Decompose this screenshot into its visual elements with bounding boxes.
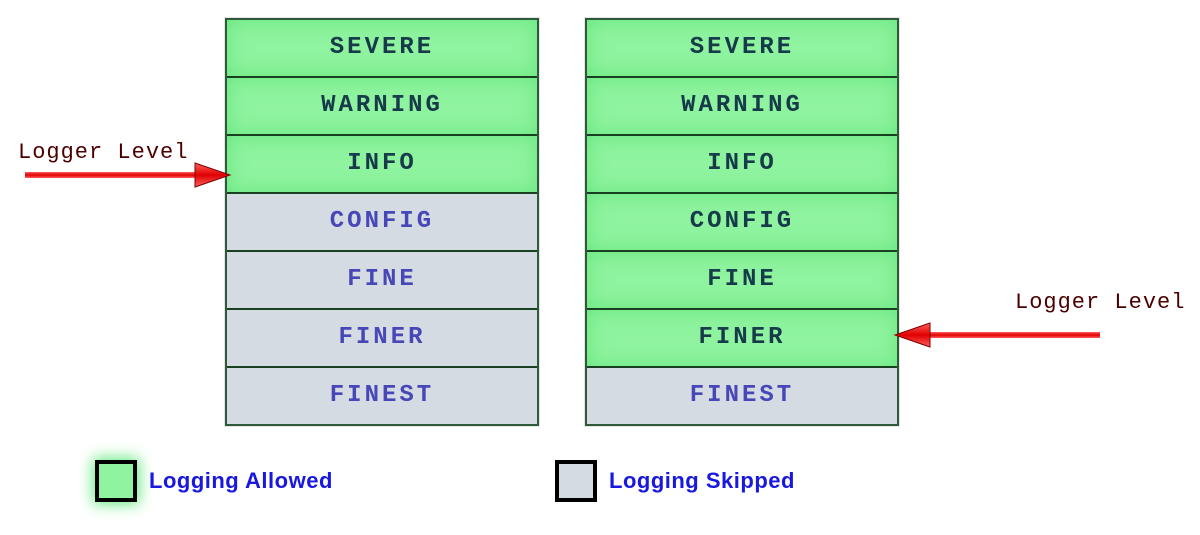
level-row-warning: WARNING [227, 78, 537, 136]
legend-allowed: Logging Allowed [95, 460, 333, 502]
level-row-fine: FINE [227, 252, 537, 310]
swatch-skipped-icon [555, 460, 597, 502]
level-row-fine: FINE [587, 252, 897, 310]
level-row-config: CONFIG [587, 194, 897, 252]
level-row-finest: FINEST [587, 368, 897, 424]
legend-skipped: Logging Skipped [555, 460, 795, 502]
level-row-finer: FINER [587, 310, 897, 368]
level-stack-right: SEVERE WARNING INFO CONFIG FINE FINER FI… [585, 18, 899, 426]
level-row-info: INFO [587, 136, 897, 194]
swatch-allowed-icon [95, 460, 137, 502]
level-stack-left: SEVERE WARNING INFO CONFIG FINE FINER FI… [225, 18, 539, 426]
level-row-config: CONFIG [227, 194, 537, 252]
legend-skipped-label: Logging Skipped [609, 468, 795, 494]
logger-level-label-right: Logger Level [1015, 290, 1185, 315]
arrow-left-icon [25, 160, 230, 190]
level-row-severe: SEVERE [227, 20, 537, 78]
level-row-severe: SEVERE [587, 20, 897, 78]
level-row-info: INFO [227, 136, 537, 194]
level-row-warning: WARNING [587, 78, 897, 136]
level-row-finer: FINER [227, 310, 537, 368]
legend-allowed-label: Logging Allowed [149, 468, 333, 494]
arrow-right-icon [895, 320, 1100, 350]
level-row-finest: FINEST [227, 368, 537, 424]
